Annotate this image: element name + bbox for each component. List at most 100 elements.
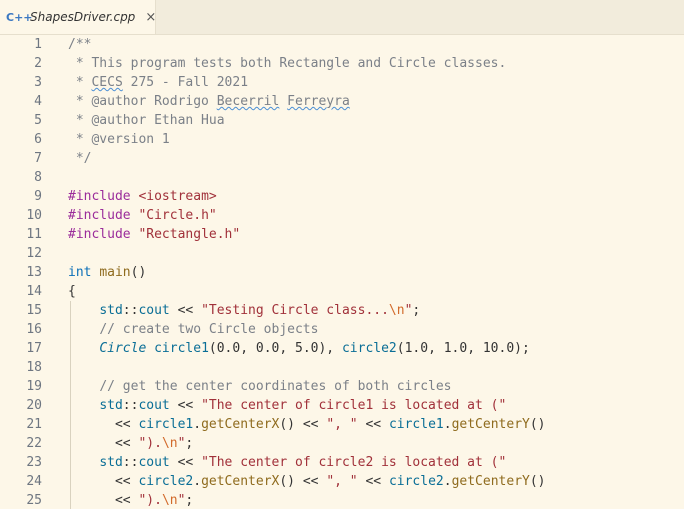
close-icon[interactable]: ×	[145, 10, 156, 25]
line-number: 23	[26, 455, 42, 470]
code-line[interactable]: 11 #include "Rectangle.h"	[0, 225, 684, 244]
code-text: std::cout << "The center of circle1 is l…	[68, 396, 506, 415]
code-text: << circle1.getCenterX() << ", " << circl…	[68, 415, 546, 434]
tab-label: ShapesDriver.cpp	[30, 10, 136, 24]
code-token: <<	[357, 417, 389, 432]
code-token: ()	[529, 417, 546, 432]
code-line[interactable]: 9 #include <iostream>	[0, 187, 684, 206]
line-number: 12	[26, 246, 42, 261]
code-line[interactable]: 24 << circle2.getCenterX() << ", " << ci…	[0, 472, 684, 491]
code-line[interactable]: 4 * @author Rodrigo Becerril Ferreyra	[0, 92, 684, 111]
code-line[interactable]: 25 << ").\n";	[0, 491, 684, 509]
code-line[interactable]: 15 std::cout << "Testing Circle class...…	[0, 301, 684, 320]
code-token: Circle	[99, 341, 147, 356]
indent-guide	[70, 358, 71, 377]
code-token: ").	[138, 493, 162, 508]
code-text: << circle2.getCenterX() << ", " << circl…	[68, 472, 546, 491]
code-token: <<	[169, 303, 202, 318]
line-number: 4	[34, 94, 42, 109]
code-token: * @version 1	[68, 132, 170, 147]
line-number: 3	[34, 75, 42, 90]
code-token: ", "	[326, 417, 358, 432]
code-text: Circle circle1(0.0, 0.0, 5.0), circle2(1…	[68, 339, 530, 358]
code-text: std::cout << "Testing Circle class...\n"…	[68, 301, 420, 320]
editor-window: C++ ShapesDriver.cpp × 1 /** 2 * This prog…	[0, 0, 684, 509]
code-token: <iostream>	[138, 189, 217, 204]
code-token: * @author Ethan Hua	[68, 113, 225, 128]
code-token: circle2	[388, 474, 444, 489]
code-line[interactable]: 2 * This program tests both Rectangle an…	[0, 54, 684, 73]
code-line[interactable]: 7 */	[0, 149, 684, 168]
code-token: circle1	[154, 341, 209, 356]
code-line[interactable]: 16 // create two Circle objects	[0, 320, 684, 339]
code-line[interactable]: 8	[0, 168, 684, 187]
line-number: 20	[26, 398, 42, 413]
code-text: // get the center coordinates of both ci…	[68, 377, 451, 396]
code-token: .	[193, 474, 202, 489]
code-token: ()	[130, 265, 147, 280]
code-token: ").	[138, 436, 162, 451]
line-number: 21	[26, 417, 42, 432]
code-line[interactable]: 23 std::cout << "The center of circle2 i…	[0, 453, 684, 472]
code-text: // create two Circle objects	[68, 320, 318, 339]
code-line[interactable]: 20 std::cout << "The center of circle1 i…	[0, 396, 684, 415]
code-token: <<	[68, 474, 139, 489]
code-text: #include "Circle.h"	[68, 206, 217, 225]
code-token: (0.0, 0.0, 5.0),	[208, 341, 342, 356]
code-token: cout	[138, 455, 170, 470]
code-token: 275 - Fall 2021	[122, 75, 249, 90]
code-token: /**	[68, 37, 92, 52]
line-number: 8	[34, 170, 42, 185]
code-token: CECS	[91, 75, 123, 90]
code-line[interactable]: 19 // get the center coordinates of both…	[0, 377, 684, 396]
code-line[interactable]: 10 #include "Circle.h"	[0, 206, 684, 225]
code-line[interactable]: 5 * @author Ethan Hua	[0, 111, 684, 130]
code-token: #include	[68, 227, 139, 242]
code-token: () <<	[279, 417, 327, 432]
code-token: */	[68, 151, 92, 166]
code-text: * @author Rodrigo Becerril Ferreyra	[68, 92, 350, 111]
code-token: circle1	[138, 417, 194, 432]
code-text: * This program tests both Rectangle and …	[68, 54, 506, 73]
code-token: <<	[68, 436, 139, 451]
code-line[interactable]: 6 * @version 1	[0, 130, 684, 149]
code-line[interactable]: 18	[0, 358, 684, 377]
code-text: std::cout << "The center of circle2 is l…	[68, 453, 506, 472]
code-text: {	[68, 282, 76, 301]
line-number: 16	[26, 322, 42, 337]
code-text: << ").\n";	[68, 491, 193, 509]
code-text: #include <iostream>	[68, 187, 217, 206]
code-token: circle1	[388, 417, 444, 432]
code-text: */	[68, 149, 92, 168]
code-line[interactable]: 13 int main()	[0, 263, 684, 282]
code-token: .	[193, 417, 202, 432]
code-token: ;	[412, 303, 421, 318]
tab-shapesdriver[interactable]: C++ ShapesDriver.cpp ×	[0, 0, 156, 34]
line-number: 9	[34, 189, 42, 204]
code-line[interactable]: 22 << ").\n";	[0, 434, 684, 453]
line-number: 14	[26, 284, 42, 299]
code-token: "The center of circle2 is located at ("	[201, 455, 507, 470]
code-text: #include "Rectangle.h"	[68, 225, 240, 244]
line-number: 6	[34, 132, 42, 147]
code-token: // create two Circle objects	[99, 322, 319, 337]
code-token: \n	[388, 303, 405, 318]
code-editor[interactable]: 1 /** 2 * This program tests both Rectangl…	[0, 34, 684, 509]
code-line[interactable]: 12	[0, 244, 684, 263]
code-token: <<	[169, 398, 202, 413]
code-line[interactable]: 3 * CECS 275 - Fall 2021	[0, 73, 684, 92]
code-token: circle2	[138, 474, 194, 489]
code-line[interactable]: 17 Circle circle1(0.0, 0.0, 5.0), circle…	[0, 339, 684, 358]
cpp-file-icon: C++	[6, 10, 33, 24]
code-line[interactable]: 21 << circle1.getCenterX() << ", " << ci…	[0, 415, 684, 434]
code-line[interactable]: 1 /**	[0, 35, 684, 54]
line-number: 25	[26, 493, 42, 508]
code-token: ()	[529, 474, 546, 489]
code-line[interactable]: 14 {	[0, 282, 684, 301]
code-text: /**	[68, 35, 91, 54]
code-text: * CECS 275 - Fall 2021	[68, 73, 248, 92]
